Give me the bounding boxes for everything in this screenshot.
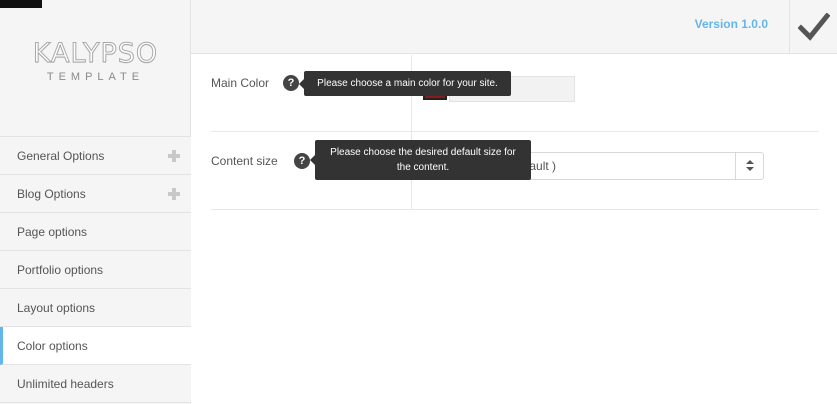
sidebar: KALYPSO TEMPLATE General Options Blog Op… — [0, 0, 191, 404]
app-window: KALYPSO TEMPLATE General Options Blog Op… — [0, 0, 837, 404]
sidebar-item-label: Portfolio options — [17, 263, 104, 277]
sidebar-item-blog-options[interactable]: Blog Options — [0, 175, 191, 213]
sidebar-menu: General Options Blog Options Page option… — [0, 136, 191, 403]
save-button[interactable] — [789, 0, 837, 54]
sidebar-item-layout-options[interactable]: Layout options — [0, 289, 191, 327]
version-label: Version 1.0.0 — [694, 17, 768, 31]
main-color-row: Main Color ? — [211, 55, 819, 132]
sidebar-item-label: Page options — [17, 225, 88, 239]
logo-sub-text: TEMPLATE — [46, 71, 145, 83]
sidebar-item-page-options[interactable]: Page options — [0, 213, 191, 251]
top-black-tab — [0, 0, 42, 8]
content-size-tooltip: Please choose the desired default size f… — [310, 140, 531, 180]
checkmark-icon — [797, 13, 830, 41]
sidebar-item-label: Color options — [17, 339, 88, 353]
main-color-label: Main Color — [211, 76, 270, 90]
sidebar-item-color-options[interactable]: Color options — [0, 327, 191, 365]
logo-main-text: KALYPSO — [32, 38, 159, 70]
sidebar-item-portfolio-options[interactable]: Portfolio options — [0, 251, 191, 289]
content-size-label: Content size — [211, 154, 278, 168]
sidebar-item-general-options[interactable]: General Options — [0, 137, 191, 175]
help-icon[interactable]: ? — [283, 75, 299, 91]
top-header: Version 1.0.0 — [191, 0, 837, 54]
sidebar-item-label: Blog Options — [17, 187, 86, 201]
sidebar-item-label: General Options — [17, 149, 105, 163]
plus-icon[interactable] — [168, 188, 180, 200]
logo: KALYPSO TEMPLATE — [0, 38, 191, 84]
main-color-tooltip: Please choose a main color for your site… — [299, 71, 511, 96]
select-arrows-icon[interactable] — [735, 153, 763, 179]
plus-icon[interactable] — [168, 150, 180, 162]
sidebar-item-label: Layout options — [17, 301, 96, 315]
help-icon[interactable]: ? — [294, 153, 310, 169]
sidebar-item-unlimited-headers[interactable]: Unlimited headers — [0, 365, 191, 403]
sidebar-item-label: Unlimited headers — [17, 377, 114, 391]
options-panel: Main Color ? Content size ? Default Styl… — [211, 55, 819, 210]
